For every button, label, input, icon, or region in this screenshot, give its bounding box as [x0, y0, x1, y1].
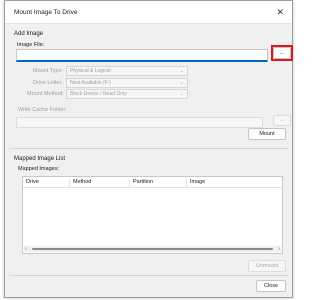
column-header-partition[interactable]: Partition: [129, 179, 186, 187]
highlight-box: [271, 45, 293, 61]
mount-type-select[interactable]: Physical & Logical ⌄: [66, 66, 188, 76]
image-file-label: Image File:: [17, 42, 45, 48]
scrollbar-thumb[interactable]: [32, 248, 273, 250]
window-title: Mount Image To Drive: [14, 9, 78, 16]
chevron-down-icon: ⌄: [179, 80, 184, 86]
close-icon[interactable]: ✕: [276, 7, 284, 18]
write-cache-label: Write Cache Folder:: [18, 107, 67, 113]
drive-letter-value: Next Available (F:): [70, 80, 111, 86]
drive-letter-label: Drive Letter:: [33, 80, 63, 86]
image-file-input[interactable]: [16, 49, 268, 62]
mount-image-dialog: Mount Image To Drive ✕ Add Image Image F…: [4, 0, 293, 298]
divider: [9, 275, 288, 276]
unmount-button[interactable]: Unmount: [248, 260, 286, 272]
column-header-image[interactable]: Image: [186, 179, 282, 187]
horizontal-scrollbar[interactable]: ‹ ›: [24, 246, 281, 252]
scroll-left-icon[interactable]: ‹: [25, 246, 27, 252]
mount-method-label: Mount Method:: [27, 91, 64, 97]
divider: [9, 148, 288, 149]
chevron-down-icon: ⌄: [179, 68, 184, 74]
drive-letter-select[interactable]: Next Available (F:) ⌄: [66, 78, 188, 88]
mapped-images-table[interactable]: Drive Method Partition Image ‹ ›: [22, 176, 283, 254]
column-header-method[interactable]: Method: [69, 179, 129, 187]
mount-button[interactable]: Mount: [248, 128, 286, 140]
mapped-image-group-title: Mapped Image List: [14, 156, 66, 162]
close-button[interactable]: Close: [256, 280, 286, 292]
write-cache-browse-button[interactable]: ...: [273, 115, 291, 126]
title-bar: Mount Image To Drive ✕: [5, 1, 292, 24]
add-image-group-title: Add Image: [14, 31, 44, 37]
mount-type-label: Mount Type:: [33, 68, 64, 74]
table-header: Drive Method Partition Image: [23, 177, 282, 188]
mount-method-value: Block Device / Read Only: [70, 91, 127, 97]
chevron-down-icon: ⌄: [179, 91, 184, 97]
mount-type-value: Physical & Logical: [70, 68, 111, 74]
write-cache-input[interactable]: [16, 117, 263, 128]
column-header-drive[interactable]: Drive: [23, 179, 69, 187]
mount-method-select[interactable]: Block Device / Read Only ⌄: [66, 89, 188, 99]
scroll-right-icon[interactable]: ›: [278, 246, 280, 252]
mapped-images-label: Mapped Images:: [18, 166, 59, 172]
